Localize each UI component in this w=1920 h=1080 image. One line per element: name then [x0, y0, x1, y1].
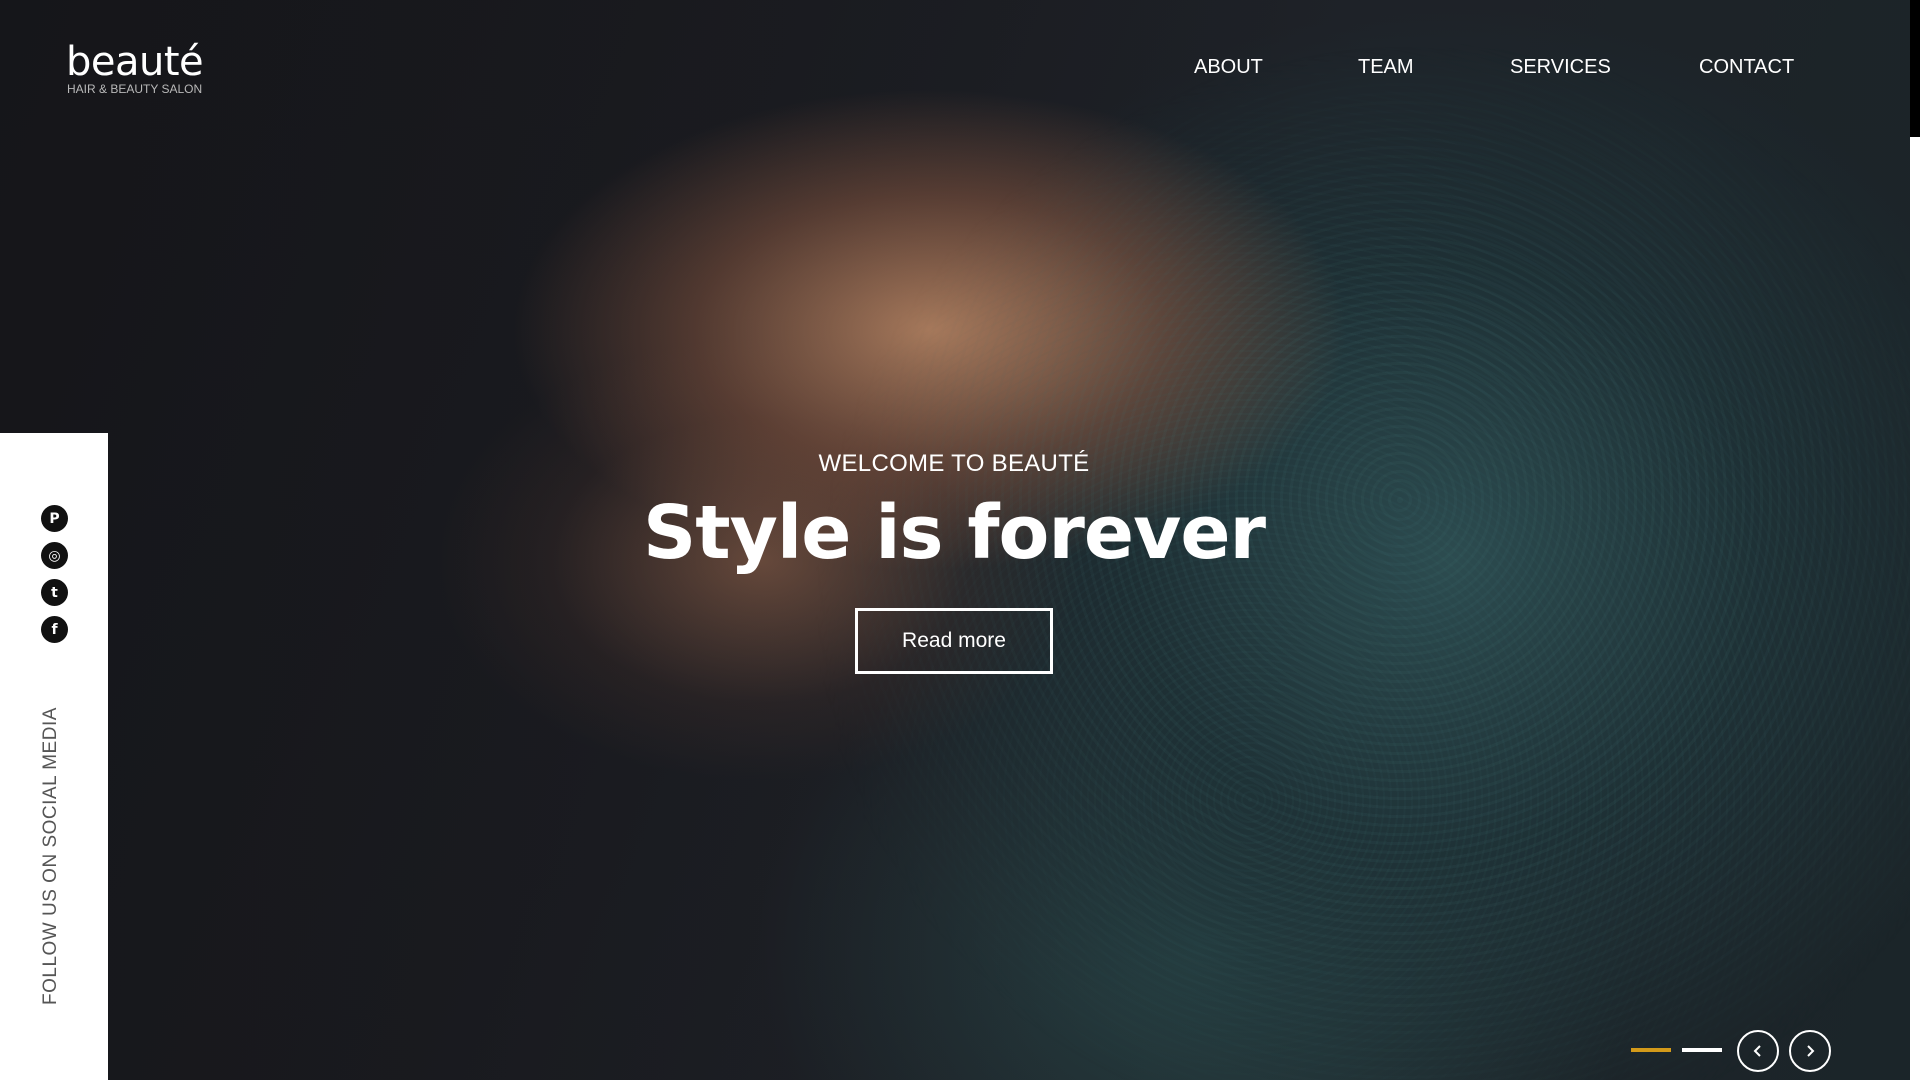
hero-eyebrow: WELCOME TO BEAUTÉ	[818, 450, 1090, 477]
previous-slide-button[interactable]	[1737, 1030, 1779, 1072]
facebook-icon[interactable]: f	[41, 616, 68, 643]
hero-content: WELCOME TO BEAUTÉ Style is forever Read …	[554, 450, 1354, 674]
social-sidebar: P ◎ t f FOLLOW US ON SOCIAL MEDIA	[0, 433, 108, 1080]
main-navigation: ABOUT TEAM SERVICES CONTACT	[0, 56, 1920, 86]
scrollbar-track[interactable]	[1910, 137, 1920, 1080]
read-more-button[interactable]: Read more	[855, 608, 1053, 674]
nav-about[interactable]: ABOUT	[1194, 56, 1263, 79]
social-follow-label: FOLLOW US ON SOCIAL MEDIA	[40, 707, 61, 1005]
nav-services[interactable]: SERVICES	[1510, 56, 1611, 79]
hero-title: Style is forever	[642, 490, 1266, 576]
chevron-right-icon	[1807, 1045, 1815, 1057]
pinterest-icon[interactable]: P	[41, 505, 68, 532]
instagram-icon[interactable]: ◎	[41, 542, 68, 569]
nav-team[interactable]: TEAM	[1358, 56, 1414, 79]
slide-indicator-2[interactable]	[1682, 1048, 1722, 1052]
slide-indicator-1[interactable]	[1631, 1048, 1671, 1052]
scrollbar-thumb[interactable]	[1910, 0, 1920, 137]
next-slide-button[interactable]	[1789, 1030, 1831, 1072]
nav-contact[interactable]: CONTACT	[1699, 56, 1794, 79]
chevron-left-icon	[1753, 1045, 1761, 1057]
twitter-icon[interactable]: t	[41, 579, 68, 606]
